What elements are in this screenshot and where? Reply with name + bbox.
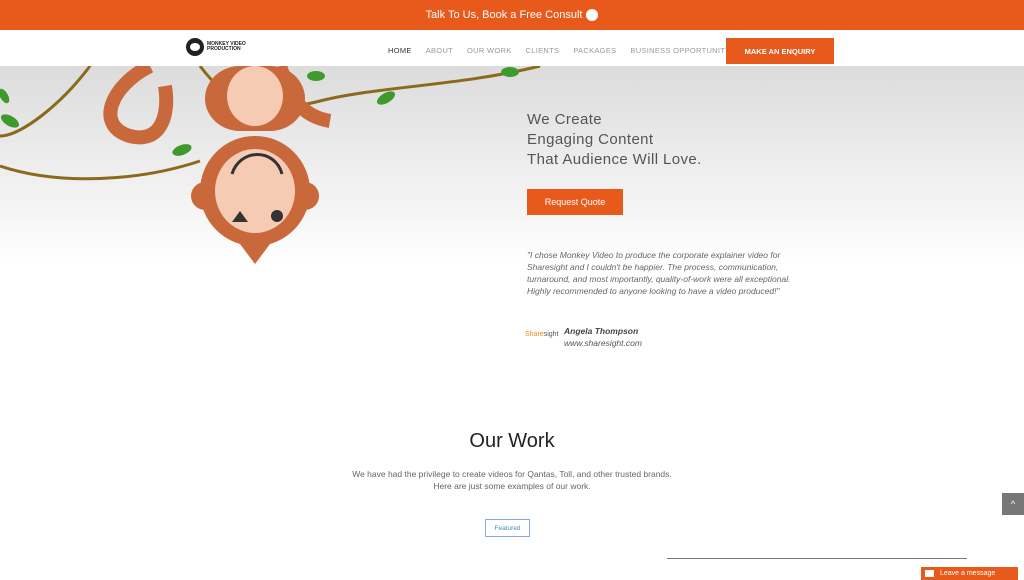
leaf-icon xyxy=(501,67,519,77)
author-site: www.sharesight.com xyxy=(564,338,642,348)
chevron-up-icon: ^ xyxy=(1010,499,1016,509)
hero-headline: We Create Engaging Content That Audience… xyxy=(527,110,702,170)
leaf-icon xyxy=(0,114,20,128)
brand-part: sight xyxy=(543,331,559,338)
nav-our-work[interactable]: OUR WORK xyxy=(467,46,511,55)
logo[interactable]: MONKEY VIDEO PRODUCTION xyxy=(186,38,247,56)
filter-featured-button[interactable]: Featured xyxy=(485,519,530,537)
monkey-logo-icon xyxy=(186,38,204,56)
headline-line: We Create xyxy=(527,111,603,128)
monkey-tuft xyxy=(240,244,270,264)
main-menu: HOME ABOUT OUR WORK CLIENTS PACKAGES BUS… xyxy=(388,46,730,55)
nav-business-opportunity[interactable]: BUSINESS OPPORTUNITY xyxy=(630,46,730,55)
navbar: MONKEY VIDEO PRODUCTION HOME ABOUT OUR W… xyxy=(0,30,1024,66)
nav-packages[interactable]: PACKAGES xyxy=(573,46,616,55)
testimonial-author: Angela Thompson www.sharesight.com xyxy=(564,325,642,349)
monkey-illustration xyxy=(0,66,541,264)
scroll-to-top-button[interactable]: ^ xyxy=(1002,493,1024,515)
brand-part: Share xyxy=(525,331,544,338)
envelope-icon xyxy=(925,570,934,577)
leaf-icon xyxy=(0,88,10,104)
request-quote-button[interactable]: Request Quote xyxy=(527,189,623,215)
monkey-tail xyxy=(103,66,174,145)
author-name: Angela Thompson xyxy=(564,326,639,336)
top-banner[interactable]: Talk To Us, Book a Free Consult xyxy=(0,0,1024,30)
divider xyxy=(667,558,967,559)
leaf-icon xyxy=(307,71,325,81)
headline-line: Engaging Content xyxy=(527,131,654,148)
nav-home[interactable]: HOME xyxy=(388,46,412,55)
logo-text: MONKEY VIDEO PRODUCTION xyxy=(207,41,246,52)
description-line: Here are just some examples of our work. xyxy=(433,481,591,491)
circle-icon xyxy=(586,9,599,21)
sharesight-logo: Sharesight xyxy=(525,331,558,338)
chat-widget[interactable]: Leave a message xyxy=(921,567,1018,580)
vine xyxy=(0,159,201,181)
chat-widget-label[interactable]: Leave a message xyxy=(940,570,995,577)
section-description: We have had the privilege to create vide… xyxy=(0,468,1024,492)
monkey-eye xyxy=(271,210,283,222)
testimonial-text: "I chose Monkey Video to produce the cor… xyxy=(527,250,791,296)
enquiry-button[interactable]: MAKE AN ENQUIRY xyxy=(726,38,834,64)
leaf-icon xyxy=(172,144,192,156)
section-title: Our Work xyxy=(469,430,555,452)
monkey-belly xyxy=(227,66,283,126)
description-line: We have had the privilege to create vide… xyxy=(352,469,672,479)
nav-about[interactable]: ABOUT xyxy=(426,46,453,55)
headline-line: That Audience Will Love. xyxy=(527,151,702,168)
nav-clients[interactable]: CLIENTS xyxy=(526,46,560,55)
monkey-face xyxy=(215,149,295,233)
top-banner-text[interactable]: Talk To Us, Book a Free Consult xyxy=(426,9,583,21)
